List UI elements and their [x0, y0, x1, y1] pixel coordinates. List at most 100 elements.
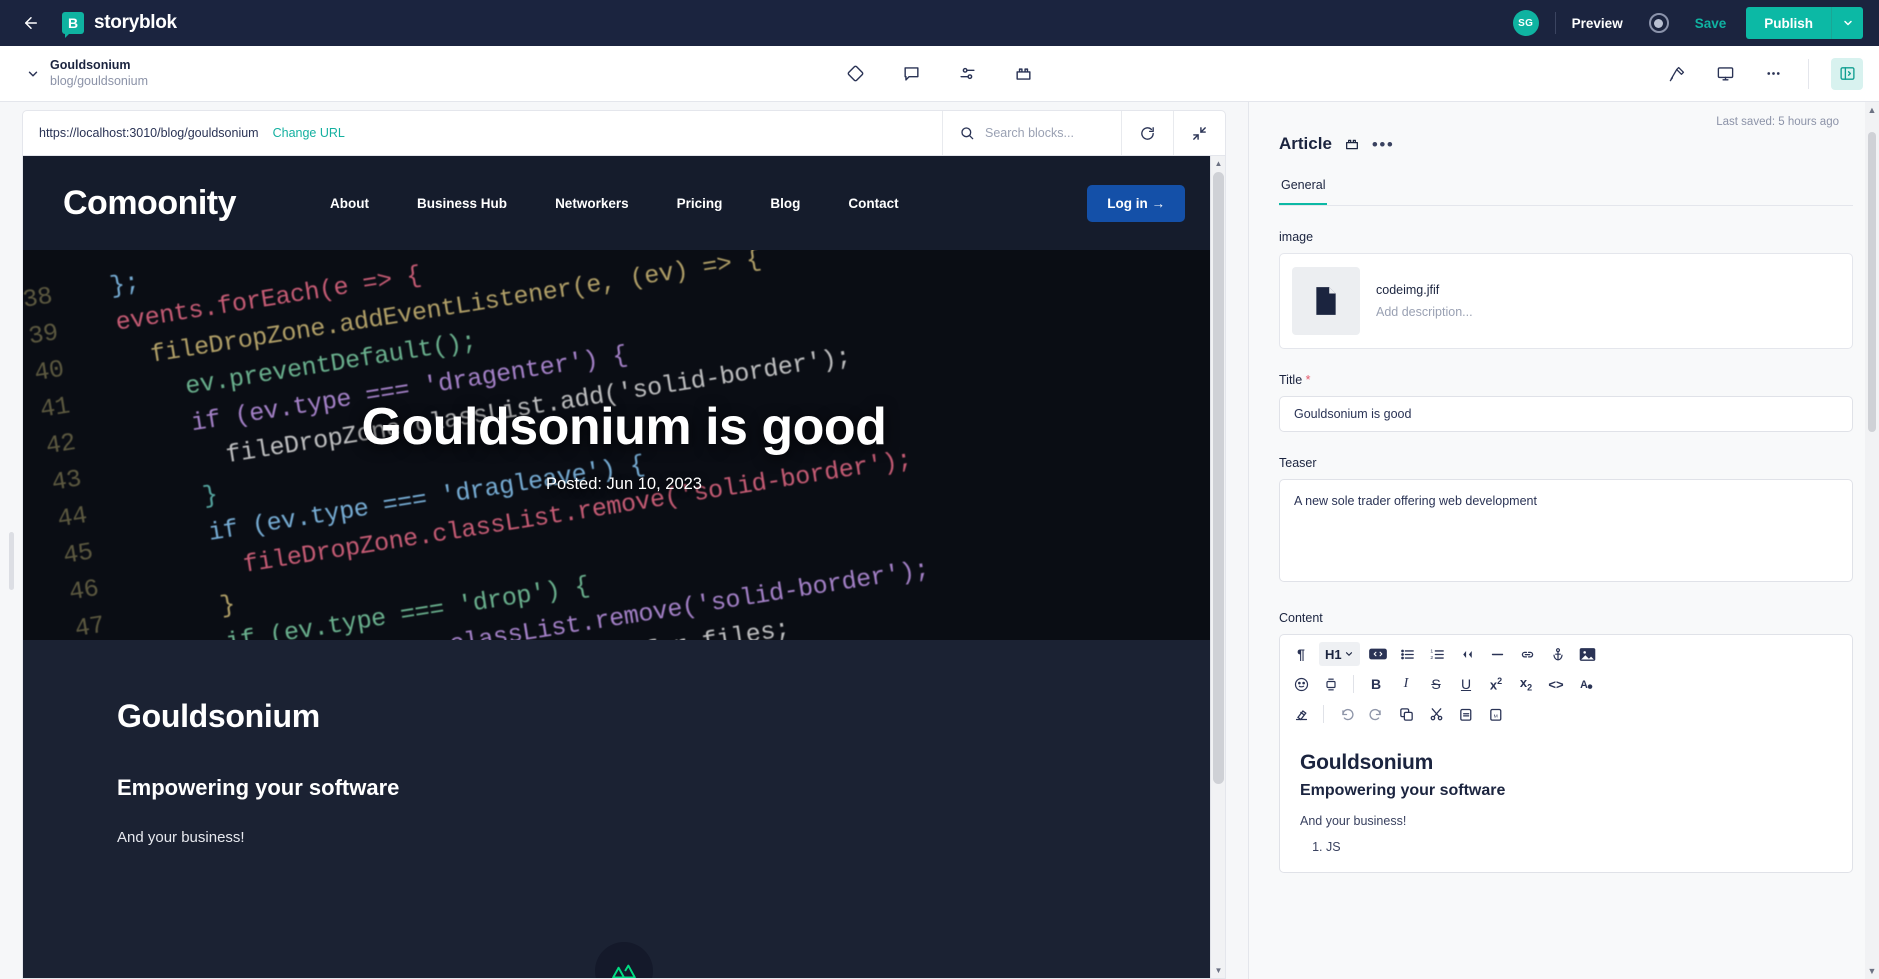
- richtext-paragraph: And your business!: [1300, 814, 1407, 828]
- preview-url: https://localhost:3010/blog/gouldsonium: [39, 126, 259, 140]
- site-logo[interactable]: Comoonity: [63, 184, 237, 223]
- site-nav-link-blog[interactable]: Blog: [770, 196, 800, 211]
- site-navbar: Comoonity About Business Hub Networkers …: [23, 156, 1225, 250]
- tab-general[interactable]: General: [1279, 178, 1328, 205]
- title-input[interactable]: [1279, 396, 1853, 432]
- sidebar-scrollbar[interactable]: ▲ ▼: [1865, 102, 1879, 979]
- website-preview-frame[interactable]: Comoonity About Business Hub Networkers …: [22, 156, 1226, 979]
- undo-icon[interactable]: [1333, 702, 1359, 726]
- back-arrow-icon[interactable]: [16, 10, 46, 36]
- content-sidebar: Last saved: 5 hours ago Article ••• Gene…: [1248, 102, 1879, 979]
- ordered-list-icon[interactable]: 12: [1425, 642, 1451, 666]
- article-subheading: Empowering your software: [117, 775, 400, 800]
- publish-chevron-down-icon[interactable]: [1831, 7, 1863, 39]
- content-field-label: Content: [1279, 611, 1323, 625]
- component-icon[interactable]: [1318, 672, 1344, 696]
- anchor-icon[interactable]: [1545, 642, 1571, 666]
- change-url-link[interactable]: Change URL: [273, 126, 345, 140]
- bold-icon[interactable]: B: [1363, 672, 1389, 696]
- link-icon[interactable]: [1515, 642, 1541, 666]
- teaser-textarea[interactable]: A new sole trader offering web developme…: [1279, 479, 1853, 582]
- clear-formatting-icon[interactable]: [1288, 702, 1314, 726]
- comment-icon[interactable]: [899, 61, 925, 87]
- sidebar-scroll-up-arrow-icon[interactable]: ▲: [1865, 102, 1879, 118]
- paste-icon[interactable]: [1453, 702, 1479, 726]
- divider: [1554, 12, 1556, 34]
- italic-icon[interactable]: I: [1393, 672, 1419, 696]
- heading-select[interactable]: H1: [1319, 642, 1360, 666]
- preview-url-bar: https://localhost:3010/blog/gouldsonium …: [22, 110, 1226, 156]
- title-label-text: Title: [1279, 373, 1303, 387]
- site-nav-link-business-hub[interactable]: Business Hub: [417, 196, 507, 211]
- svg-text:A: A: [1580, 679, 1588, 691]
- scroll-thumb[interactable]: [1213, 172, 1224, 784]
- bullet-list-icon[interactable]: [1395, 642, 1421, 666]
- image-asset-card[interactable]: codeimg.jfif Add description...: [1279, 253, 1853, 349]
- article-paragraph: And your business!: [117, 829, 245, 846]
- file-icon: [1292, 267, 1360, 335]
- redo-icon[interactable]: [1363, 702, 1389, 726]
- component-ellipsis-icon[interactable]: •••: [1372, 136, 1394, 153]
- diamond-icon[interactable]: [843, 61, 869, 87]
- ellipsis-icon[interactable]: [1760, 61, 1786, 87]
- collapse-icon[interactable]: [1173, 111, 1225, 155]
- underline-icon[interactable]: U: [1453, 672, 1479, 696]
- save-button[interactable]: Save: [1695, 16, 1727, 31]
- list-item: JS: [1326, 840, 1832, 854]
- richtext-toolbar-row-2: B I S U x2 x2 <> A: [1286, 669, 1846, 699]
- search-icon: [959, 125, 975, 141]
- record-toggle-icon[interactable]: [1648, 13, 1669, 33]
- panel-toggle-icon[interactable]: [1831, 57, 1863, 90]
- site-login-button[interactable]: Log in →: [1087, 184, 1185, 222]
- code-block-icon[interactable]: [1365, 642, 1391, 666]
- paragraph-icon[interactable]: ¶: [1288, 642, 1314, 666]
- component-blocks-icon: [1344, 136, 1360, 152]
- search-blocks-field[interactable]: [942, 111, 1121, 155]
- nuxt-logo-icon[interactable]: [595, 942, 653, 978]
- site-nav-link-networkers[interactable]: Networkers: [555, 196, 629, 211]
- richtext-toolbar-row-1: ¶ H1 12: [1286, 639, 1846, 669]
- preview-scrollbar[interactable]: ▲ ▼: [1210, 156, 1225, 978]
- cut-icon[interactable]: [1423, 702, 1449, 726]
- image-icon[interactable]: [1575, 642, 1601, 666]
- paste-markdown-icon[interactable]: M: [1483, 702, 1509, 726]
- hammer-icon[interactable]: [1664, 61, 1690, 87]
- preview-pane: https://localhost:3010/blog/gouldsonium …: [0, 102, 1248, 979]
- search-input[interactable]: [985, 126, 1105, 140]
- scroll-up-arrow-icon[interactable]: ▲: [1211, 156, 1225, 171]
- subscript-icon[interactable]: x2: [1513, 672, 1539, 696]
- superscript-icon[interactable]: x2: [1483, 672, 1509, 696]
- storyblok-wordmark: storyblok: [94, 12, 177, 33]
- site-nav-link-about[interactable]: About: [330, 196, 369, 211]
- article-body: Gouldsonium Empowering your software And…: [23, 640, 1225, 904]
- blocks-icon[interactable]: [1011, 61, 1037, 87]
- site-nav-links: About Business Hub Networkers Pricing Bl…: [330, 196, 899, 211]
- hero-section: 38 }; 39 events.forEach(e => {40 fileDrop…: [23, 250, 1225, 640]
- hero-title: Gouldsonium is good: [361, 397, 887, 456]
- richtext-editor-body[interactable]: Gouldsonium Empowering your software And…: [1279, 733, 1853, 873]
- text-color-icon[interactable]: A: [1573, 672, 1599, 696]
- preview-button[interactable]: Preview: [1572, 16, 1623, 31]
- teaser-field-label: Teaser: [1279, 456, 1317, 470]
- story-tree-chevron-down-icon[interactable]: [16, 67, 50, 81]
- sidebar-content: Last saved: 5 hours ago Article ••• Gene…: [1249, 102, 1879, 979]
- scroll-down-arrow-icon[interactable]: ▼: [1211, 963, 1225, 978]
- horizontal-rule-icon[interactable]: [1485, 642, 1511, 666]
- storyblok-logo-icon[interactable]: B: [62, 12, 84, 38]
- sidebar-scroll-thumb[interactable]: [1868, 132, 1876, 432]
- inline-code-icon[interactable]: <>: [1543, 672, 1569, 696]
- sidebar-scroll-down-arrow-icon[interactable]: ▼: [1865, 963, 1879, 979]
- site-nav-link-pricing[interactable]: Pricing: [677, 196, 723, 211]
- refresh-icon[interactable]: [1121, 111, 1173, 155]
- monitor-icon[interactable]: [1712, 61, 1738, 87]
- pane-resize-handle[interactable]: [9, 532, 14, 590]
- strikethrough-icon[interactable]: S: [1423, 672, 1449, 696]
- blockquote-icon[interactable]: [1455, 642, 1481, 666]
- sliders-icon[interactable]: [955, 61, 981, 87]
- site-nav-link-contact[interactable]: Contact: [848, 196, 898, 211]
- image-description-input[interactable]: Add description...: [1376, 305, 1473, 319]
- publish-button[interactable]: Publish: [1746, 7, 1831, 39]
- emoji-icon[interactable]: [1288, 672, 1314, 696]
- copy-icon[interactable]: [1393, 702, 1419, 726]
- user-avatar[interactable]: SG: [1512, 10, 1539, 36]
